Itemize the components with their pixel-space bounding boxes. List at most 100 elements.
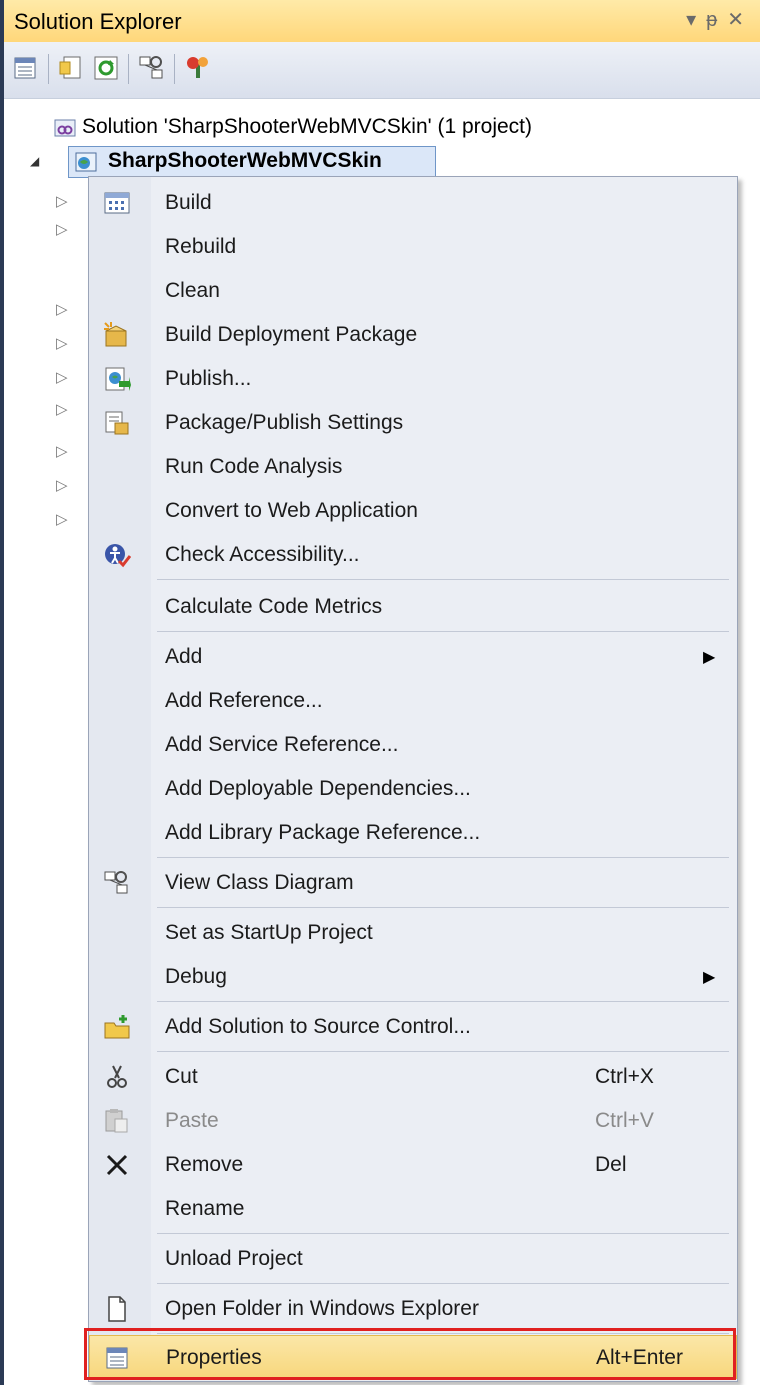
collapsed-arrow-icon[interactable]: ▷ <box>56 368 68 386</box>
menu-item-clean[interactable]: Clean <box>89 269 737 313</box>
menu-item-calculate-code-metrics[interactable]: Calculate Code Metrics <box>89 585 737 629</box>
menu-item-label: Add Solution to Source Control... <box>165 1015 471 1038</box>
cut-icon <box>107 1065 127 1088</box>
refresh-icon[interactable] <box>92 54 120 82</box>
pin-icon[interactable]: ᵽ <box>706 9 727 31</box>
menu-item-publish[interactable]: Publish... <box>89 357 737 401</box>
close-icon[interactable]: ✕ <box>727 9 754 31</box>
menu-separator <box>157 631 729 632</box>
project-label: SharpShooterWebMVCSkin <box>108 149 382 172</box>
menu-item-label: Open Folder in Windows Explorer <box>165 1297 479 1320</box>
menu-item-label: Package/Publish Settings <box>165 411 404 434</box>
menu-separator <box>157 579 729 580</box>
menu-item-view-class-diagram[interactable]: View Class Diagram <box>89 861 737 905</box>
toolbar <box>4 42 760 99</box>
class-diagram-icon <box>104 871 128 894</box>
toolbar-separator <box>48 54 49 84</box>
collapsed-arrow-icon[interactable]: ▷ <box>56 476 68 494</box>
menu-item-run-code-analysis[interactable]: Run Code Analysis <box>89 445 737 489</box>
panel-title: Solution Explorer <box>14 9 182 34</box>
menu-item-add-service-reference[interactable]: Add Service Reference... <box>89 723 737 767</box>
build-icon <box>104 192 130 214</box>
project-node[interactable]: ◢ SharpShooterWebMVCSkin <box>4 146 760 178</box>
menu-separator <box>157 857 729 858</box>
menu-item-label: Paste <box>165 1109 219 1132</box>
paste-icon <box>105 1109 128 1133</box>
web-project-icon <box>75 152 97 172</box>
menu-item-convert-to-web-application[interactable]: Convert to Web Application <box>89 489 737 533</box>
collapsed-arrow-icon[interactable]: ▷ <box>56 334 68 352</box>
menu-item-cut[interactable]: Cut Ctrl+X <box>89 1055 737 1099</box>
menu-item-add[interactable]: Add ▶ <box>89 635 737 679</box>
menu-item-rebuild[interactable]: Rebuild <box>89 225 737 269</box>
collapsed-arrow-icon[interactable]: ▷ <box>56 192 68 210</box>
menu-item-add-library-package-reference[interactable]: Add Library Package Reference... <box>89 811 737 855</box>
menu-separator <box>157 1283 729 1284</box>
toolbar-separator <box>128 54 129 84</box>
menu-item-add-solution-to-source-control[interactable]: Add Solution to Source Control... <box>89 1005 737 1049</box>
menu-item-unload-project[interactable]: Unload Project <box>89 1237 737 1281</box>
properties-icon[interactable] <box>12 54 40 82</box>
toolbar-separator <box>174 54 175 84</box>
menu-item-add-reference[interactable]: Add Reference... <box>89 679 737 723</box>
nuget-icon[interactable] <box>184 54 212 82</box>
menu-item-label: Add Reference... <box>165 689 323 712</box>
menu-item-label: View Class Diagram <box>165 871 354 894</box>
show-all-files-icon[interactable] <box>58 54 86 82</box>
menu-item-label: Add Deployable Dependencies... <box>165 777 471 800</box>
menu-item-add-deployable-dependencies[interactable]: Add Deployable Dependencies... <box>89 767 737 811</box>
collapsed-arrow-icon[interactable]: ▷ <box>56 400 68 418</box>
menu-item-rename[interactable]: Rename <box>89 1187 737 1231</box>
menu-item-label: Build Deployment Package <box>165 323 418 346</box>
menu-item-label: Build <box>165 191 212 214</box>
menu-item-package-publish-settings[interactable]: Package/Publish Settings <box>89 401 737 445</box>
context-menu: Build Rebuild Clean Build Deployment Pac… <box>88 176 738 1382</box>
menu-item-label: Convert to Web Application <box>165 499 418 522</box>
menu-separator <box>157 907 729 908</box>
solution-explorer-window: Solution Explorer ▾ᵽ✕ Solution 'SharpSho… <box>4 0 760 1385</box>
menu-item-open-folder-in-windows-explorer[interactable]: Open Folder in Windows Explorer <box>89 1287 737 1331</box>
solution-icon <box>54 119 76 137</box>
collapsed-arrow-icon[interactable]: ▷ <box>56 442 68 460</box>
source-control-icon <box>104 1015 130 1039</box>
collapsed-arrow-icon[interactable]: ▷ <box>56 510 68 528</box>
shortcut-label: Ctrl+V <box>595 1109 654 1132</box>
expanded-arrow-icon[interactable]: ◢ <box>30 154 39 168</box>
menu-item-build-deployment-package[interactable]: Build Deployment Package <box>89 313 737 357</box>
menu-item-label: Rename <box>165 1197 245 1220</box>
title-bar: Solution Explorer ▾ᵽ✕ <box>4 0 760 43</box>
menu-item-label: Set as StartUp Project <box>165 921 373 944</box>
menu-item-label: Unload Project <box>165 1247 303 1270</box>
collapsed-arrow-icon[interactable]: ▷ <box>56 300 68 318</box>
menu-item-label: Publish... <box>165 367 252 390</box>
solution-label: Solution 'SharpShooterWebMVCSkin' (1 pro… <box>82 115 533 138</box>
submenu-arrow-icon: ▶ <box>703 969 716 986</box>
shortcut-label: Del <box>595 1153 627 1176</box>
solution-node[interactable]: Solution 'SharpShooterWebMVCSkin' (1 pro… <box>4 112 760 144</box>
accessibility-icon <box>105 544 131 568</box>
collapsed-arrow-icon[interactable]: ▷ <box>56 220 68 238</box>
menu-separator <box>157 1233 729 1234</box>
dropdown-icon[interactable]: ▾ <box>686 9 706 31</box>
highlight-box <box>84 1328 736 1380</box>
class-diagram-icon[interactable] <box>138 54 166 82</box>
menu-item-label: Cut <box>165 1065 198 1088</box>
menu-item-label: Run Code Analysis <box>165 455 343 478</box>
menu-separator <box>157 1001 729 1002</box>
menu-item-debug[interactable]: Debug ▶ <box>89 955 737 999</box>
menu-item-label: Rebuild <box>165 235 237 258</box>
menu-item-label: Calculate Code Metrics <box>165 595 383 618</box>
settings-icon <box>105 411 129 435</box>
remove-icon <box>106 1154 128 1176</box>
menu-item-set-as-startup-project[interactable]: Set as StartUp Project <box>89 911 737 955</box>
menu-item-remove[interactable]: Remove Del <box>89 1143 737 1187</box>
menu-item-label: Check Accessibility... <box>165 543 360 566</box>
submenu-arrow-icon: ▶ <box>703 649 716 666</box>
menu-item-build[interactable]: Build <box>89 181 737 225</box>
package-icon <box>104 322 127 347</box>
menu-item-check-accessibility[interactable]: Check Accessibility... <box>89 533 737 577</box>
menu-item-label: Add Service Reference... <box>165 733 399 756</box>
menu-item-label: Remove <box>165 1153 244 1176</box>
menu-item-label: Debug <box>165 965 227 988</box>
menu-item-paste[interactable]: Paste Ctrl+V <box>89 1099 737 1143</box>
